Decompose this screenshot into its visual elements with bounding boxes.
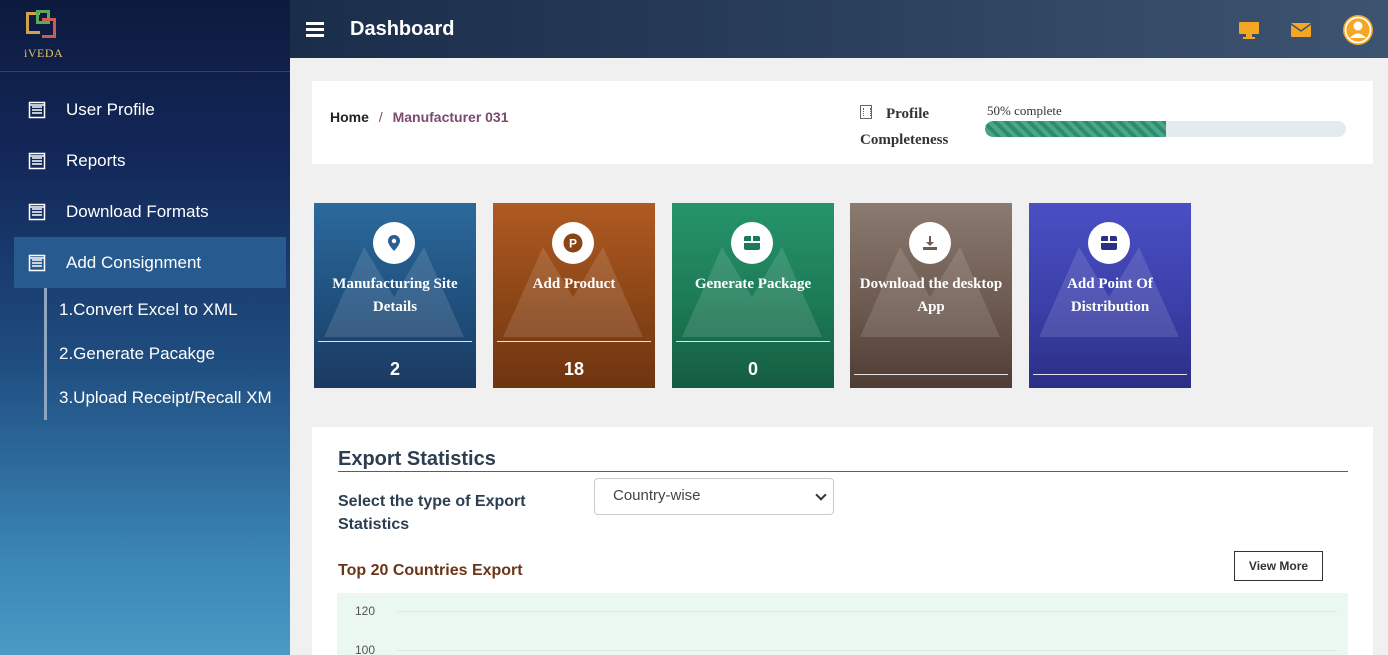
package-icon (1088, 222, 1130, 264)
view-more-button[interactable]: View More (1234, 551, 1323, 581)
package-icon (731, 222, 773, 264)
breadcrumb-panel: Home / Manufacturer 031 Profile Complete… (312, 81, 1373, 164)
profile-completeness-label: Profile Completeness (860, 101, 980, 153)
sidebar-item-label: Reports (66, 150, 126, 170)
page-title: Dashboard (350, 17, 455, 40)
export-type-select-value: Country-wise (613, 487, 701, 504)
user-avatar-icon[interactable] (1342, 14, 1374, 51)
breadcrumb: Home / Manufacturer 031 (330, 109, 509, 125)
export-type-label: Select the type of Export Statistics (338, 493, 526, 533)
grid-line (397, 611, 1337, 612)
consignment-submenu: 1.Convert Excel to XML 2.Generate Pacakg… (44, 288, 290, 420)
export-statistics-title: Export Statistics (338, 448, 496, 470)
logo[interactable]: iVEDA (0, 0, 290, 72)
tile-count: 0 (747, 359, 758, 379)
tile-count: 18 (563, 359, 585, 379)
tile-label: Add Product (532, 276, 616, 292)
download-icon (909, 222, 951, 264)
form-icon (28, 254, 46, 272)
sidebar-item-reports[interactable]: Reports (0, 135, 290, 186)
logo-text: iVEDA (24, 46, 64, 60)
divider (497, 341, 651, 342)
divider (676, 341, 830, 342)
tile-label: Manufacturing Site Details (332, 276, 458, 315)
tile-add-product[interactable]: P Add Product 18 (493, 203, 655, 388)
breadcrumb-separator: / (378, 109, 383, 125)
divider (338, 471, 1348, 472)
svg-text:P: P (569, 237, 577, 251)
product-p-icon: P (552, 222, 594, 264)
form-icon (28, 203, 46, 221)
submenu-item-upload-receipt[interactable]: 3.Upload Receipt/Recall XM (59, 376, 290, 420)
divider (854, 374, 1008, 375)
desktop-icon[interactable] (1238, 20, 1260, 45)
divider (318, 341, 472, 342)
mail-icon[interactable] (1290, 21, 1312, 44)
form-icon (28, 101, 46, 119)
y-tick-label: 100 (355, 643, 376, 655)
grid-line (397, 650, 1337, 651)
divider (1033, 374, 1187, 375)
tile-label: Add Point Of Distribution (1067, 276, 1153, 315)
tile-count: 2 (389, 359, 400, 379)
progress-bar (985, 121, 1346, 137)
breadcrumb-current: Manufacturer 031 (392, 109, 509, 125)
tile-label: Generate Package (694, 276, 812, 292)
submenu-item-generate-package[interactable]: 2.Generate Pacakge (59, 332, 290, 376)
tile-manufacturing-site-details[interactable]: Manufacturing Site Details 2 (314, 203, 476, 388)
export-type-select[interactable]: Country-wise (594, 478, 834, 515)
sidebar: iVEDA User Profile Reports Download Form… (0, 0, 290, 655)
building-icon (860, 105, 872, 119)
sidebar-item-add-consignment[interactable]: Add Consignment (14, 237, 286, 288)
iveda-logo-icon (22, 8, 58, 44)
form-icon (28, 152, 46, 170)
sidebar-item-label: Download Formats (66, 201, 209, 221)
tile-add-point-of-distribution[interactable]: Add Point Of Distribution (1029, 203, 1191, 388)
submenu-item-convert-excel[interactable]: 1.Convert Excel to XML (59, 288, 290, 332)
profile-completeness-text: Profile Completeness (860, 106, 949, 148)
sidebar-item-label: User Profile (66, 99, 155, 119)
sidebar-item-user-profile[interactable]: User Profile (0, 84, 290, 135)
sidebar-menu: User Profile Reports Download Formats Ad… (0, 72, 290, 420)
y-tick-label: 120 (355, 604, 376, 618)
hamburger-menu-icon[interactable] (306, 21, 324, 37)
tile-download-desktop-app[interactable]: Download the desktop App (850, 203, 1012, 388)
tile-generate-package[interactable]: Generate Package 0 (672, 203, 834, 388)
chart-title: Top 20 Countries Export (338, 562, 523, 579)
top-icons (1208, 14, 1374, 51)
progress-text: 50% complete (987, 103, 1062, 118)
export-statistics-panel: Export Statistics Select the type of Exp… (312, 427, 1373, 655)
chevron-down-icon (815, 489, 827, 501)
progress-bar-fill (985, 121, 1166, 137)
sidebar-item-download-formats[interactable]: Download Formats (0, 186, 290, 237)
export-chart: 120 100 (337, 593, 1348, 655)
breadcrumb-home-link[interactable]: Home (330, 109, 369, 125)
tile-label: Download the desktop App (859, 276, 1003, 315)
sidebar-item-label: Add Consignment (66, 252, 202, 272)
top-bar: Dashboard (290, 0, 1388, 58)
map-pin-icon (373, 222, 415, 264)
